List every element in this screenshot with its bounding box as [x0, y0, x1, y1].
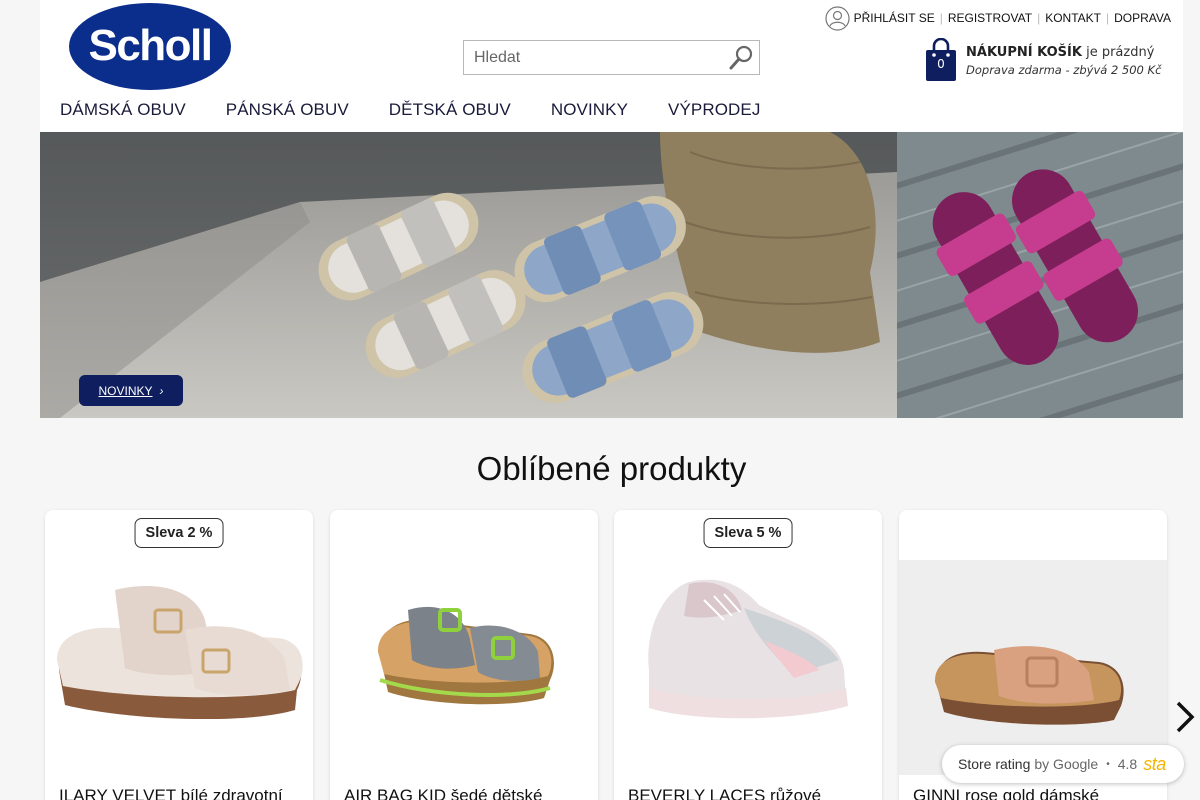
- cart-shipping-note: Doprava zdarma - zbývá 2 500 Kč: [966, 63, 1162, 77]
- header: Scholl PŘIHLÁSIT SE | REGISTROVAT | KONT…: [40, 0, 1183, 132]
- rating-source: by Google: [1034, 756, 1099, 772]
- chevron-right-icon: ›: [159, 383, 164, 398]
- scholl-logo[interactable]: Scholl: [68, 2, 232, 91]
- main-nav: DÁMSKÁ OBUV PÁNSKÁ OBUV DĚTSKÁ OBUV NOVI…: [60, 100, 800, 120]
- nav-sale[interactable]: VÝPRODEJ: [668, 100, 760, 120]
- hero-new-button[interactable]: NOVINKY ›: [79, 375, 183, 406]
- chevron-right-icon[interactable]: [1170, 697, 1200, 737]
- nav-new[interactable]: NOVINKY: [551, 100, 628, 120]
- product-name[interactable]: ILARY VELVET bílé zdravotní: [59, 786, 283, 800]
- product-image[interactable]: [45, 560, 313, 790]
- search-box: [463, 40, 760, 75]
- discount-badge: Sleva 2 %: [134, 518, 224, 548]
- nav-men[interactable]: PÁNSKÁ OBUV: [226, 100, 349, 120]
- divider: |: [939, 11, 943, 25]
- cart-title: NÁKUPNÍ KOŠÍK je prázdný: [966, 45, 1155, 60]
- page: Scholl PŘIHLÁSIT SE | REGISTROVAT | KONT…: [40, 0, 1195, 800]
- nav-women[interactable]: DÁMSKÁ OBUV: [60, 100, 186, 120]
- svg-text:Scholl: Scholl: [88, 21, 211, 70]
- product-name[interactable]: BEVERLY LACES růžové: [628, 786, 821, 800]
- product-name[interactable]: AIR BAG KID šedé dětské: [344, 786, 542, 800]
- divider: |: [1037, 11, 1041, 25]
- product-image[interactable]: [330, 560, 598, 790]
- search-input[interactable]: [464, 41, 719, 74]
- login-link[interactable]: PŘIHLÁSIT SE: [854, 11, 935, 25]
- contact-link[interactable]: KONTAKT: [1045, 11, 1101, 25]
- divider: •: [1106, 758, 1110, 770]
- hero-side-image[interactable]: [897, 132, 1183, 418]
- top-links: PŘIHLÁSIT SE | REGISTROVAT | KONTAKT | D…: [824, 5, 1171, 31]
- cart-count: 0: [937, 57, 945, 71]
- shipping-link[interactable]: DOPRAVA: [1114, 11, 1171, 25]
- rating-score: 4.8: [1117, 756, 1138, 772]
- product-name[interactable]: GINNI rose gold dámské: [913, 786, 1099, 800]
- store-rating-badge[interactable]: Store rating by Google • 4.8 sta: [942, 745, 1184, 783]
- rating-label: Store rating: [958, 756, 1031, 772]
- product-card[interactable]: Sleva 5 % BEVERLY LACES růžové: [614, 510, 882, 800]
- divider: |: [1105, 11, 1110, 25]
- nav-kids[interactable]: DĚTSKÁ OBUV: [389, 100, 511, 120]
- product-image[interactable]: [614, 560, 882, 790]
- product-card[interactable]: AIR BAG KID šedé dětské: [330, 510, 598, 800]
- discount-badge: Sleva 5 %: [703, 518, 793, 548]
- section-title: Oblíbené produkty: [476, 450, 747, 487]
- register-link[interactable]: REGISTROVAT: [948, 11, 1032, 25]
- rating-stars: sta: [1143, 753, 1166, 774]
- product-card[interactable]: Sleva 2 % ILARY VELVET bílé zdravotní: [45, 510, 313, 800]
- user-icon[interactable]: [824, 5, 850, 31]
- search-icon[interactable]: [727, 44, 755, 72]
- cart[interactable]: 0 NÁKUPNÍ KOŠÍK je prázdný Doprava zdarm…: [924, 38, 1174, 84]
- hero-banner[interactable]: NOVINKY ›: [40, 132, 1183, 418]
